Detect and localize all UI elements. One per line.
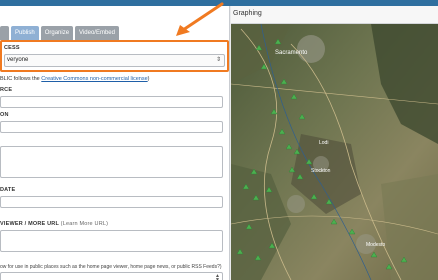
source-label: RCE [0,87,13,93]
satellite-map[interactable]: Sacramento Stockton Modesto Lodi [231,24,438,280]
viewer-url-hint: (Learn More URL) [60,221,109,227]
map-panel: Graphing Sacramento Stockton Modesto Lod… [231,6,438,280]
public-use-select[interactable]: ▲ ▼ [0,272,223,280]
map-label-modesto: Modesto [366,242,385,248]
map-title: Graphing [233,10,262,17]
viewer-url-label-text: VIEWER / MORE URL [0,221,59,227]
map-label-stockton: Stockton [311,168,331,174]
tab-publish[interactable]: Publish [11,26,39,40]
license-prefix: BLIC follows the [0,76,42,82]
tab-bar: Publish Organize Video/Embed [0,26,119,40]
map-header: Graphing [231,6,438,24]
access-select-value: veryone [7,57,29,63]
map-label-lodi: Lodi [319,140,328,146]
source-input[interactable] [0,96,223,108]
tab-video-embed[interactable]: Video/Embed [75,26,119,40]
description-textarea[interactable] [0,146,223,178]
public-use-text: ow for use in public places such as the … [0,264,222,270]
location-label: ON [0,112,9,118]
access-label: CESS [4,45,20,51]
access-section: CESS veryone ⇕ [0,40,229,72]
tab-partial[interactable] [0,26,9,40]
date-label: DATE [0,187,16,193]
map-svg: Sacramento Stockton Modesto Lodi [231,24,438,280]
map-label-sacramento: Sacramento [275,50,308,56]
location-input[interactable] [0,121,223,133]
license-link[interactable]: Creative Commons non-commercial license [41,76,147,82]
tab-organize[interactable]: Organize [40,26,74,40]
stepper-arrows-icon: ▲ ▼ [215,273,220,280]
access-select[interactable]: veryone ⇕ [4,54,225,67]
edit-panel: Publish Organize Video/Embed CESS veryon… [0,6,230,280]
date-input[interactable] [0,196,223,208]
license-suffix: ) [147,76,150,82]
select-caret-icon: ⇕ [215,57,221,63]
viewer-url-textarea[interactable] [0,230,223,252]
license-note: BLIC follows the Creative Commons non-co… [0,76,150,82]
viewer-url-label: VIEWER / MORE URL (Learn More URL) [0,221,108,227]
